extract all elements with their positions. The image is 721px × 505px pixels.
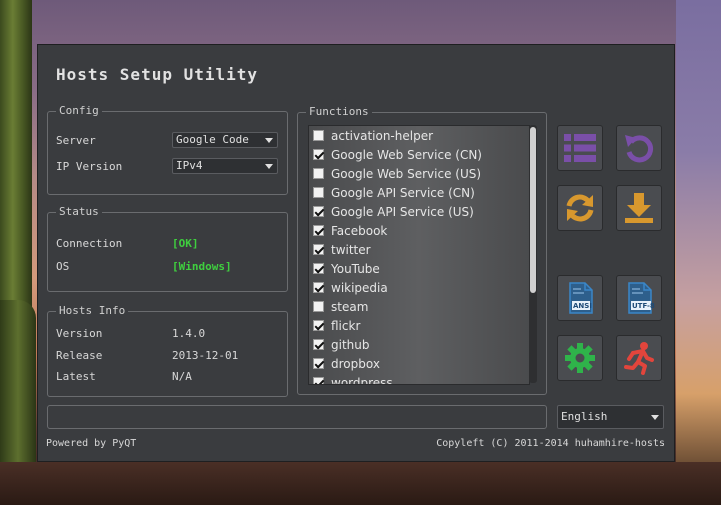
function-item[interactable]: Facebook [309, 221, 529, 240]
function-item[interactable]: Google API Service (CN) [309, 183, 529, 202]
function-item[interactable]: wikipedia [309, 278, 529, 297]
function-label: Google Web Service (CN) [331, 147, 482, 162]
config-group: Config Server Google Code IP Version IPv… [47, 104, 288, 195]
function-label: YouTube [331, 261, 380, 276]
function-checkbox[interactable] [313, 149, 324, 160]
release-value: 2013-12-01 [172, 349, 239, 362]
function-checkbox[interactable] [313, 301, 324, 312]
running-man-icon [624, 342, 654, 375]
function-label: wikipedia [331, 280, 388, 295]
functions-legend: Functions [306, 105, 372, 118]
exit-button[interactable] [616, 335, 662, 381]
server-select-value: Google Code [176, 133, 249, 146]
function-label: wordpress [331, 375, 393, 385]
export-utf8-button[interactable]: UTF-8 [616, 275, 662, 321]
settings-button[interactable] [557, 335, 603, 381]
chevron-down-icon [265, 164, 273, 169]
functions-list-button[interactable] [557, 125, 603, 171]
function-item[interactable]: Google Web Service (CN) [309, 145, 529, 164]
ip-version-label: IP Version [56, 160, 123, 173]
function-checkbox[interactable] [313, 282, 324, 293]
function-checkbox[interactable] [313, 339, 324, 350]
function-item[interactable]: YouTube [309, 259, 529, 278]
config-legend: Config [56, 104, 102, 117]
function-label: Google API Service (CN) [331, 185, 475, 200]
function-checkbox[interactable] [313, 320, 324, 331]
function-item[interactable]: flickr [309, 316, 529, 335]
download-button[interactable] [616, 185, 662, 231]
chevron-down-icon [265, 138, 273, 143]
main-window: Hosts Setup Utility Config Server Google… [37, 44, 675, 462]
function-item[interactable]: github [309, 335, 529, 354]
status-group: Status Connection [OK] OS [Windows] [47, 205, 288, 292]
function-item[interactable]: wordpress [309, 373, 529, 385]
function-label: Google Web Service (US) [331, 166, 482, 181]
language-select[interactable]: English [557, 405, 664, 429]
list-icon [564, 134, 596, 162]
functions-group: Functions activation-helper Google Web Se… [297, 105, 547, 395]
function-checkbox[interactable] [313, 244, 324, 255]
function-item[interactable]: steam [309, 297, 529, 316]
function-checkbox[interactable] [313, 130, 324, 141]
function-checkbox[interactable] [313, 263, 324, 274]
language-select-value: English [561, 410, 608, 423]
ip-version-select[interactable]: IPv4 [172, 158, 278, 174]
function-item[interactable]: Google API Service (US) [309, 202, 529, 221]
connection-status: [OK] [172, 237, 199, 250]
function-label: flickr [331, 318, 361, 333]
function-label: Google API Service (US) [331, 204, 474, 219]
functions-scroll-thumb[interactable] [530, 127, 536, 293]
os-status: [Windows] [172, 260, 232, 273]
gear-icon [565, 343, 595, 373]
desktop-ground [0, 462, 721, 505]
function-item[interactable]: twitter [309, 240, 529, 259]
hosts-info-group: Hosts Info Version 1.4.0 Release 2013-12… [47, 304, 288, 397]
revert-icon [625, 135, 654, 163]
latest-label: Latest [56, 370, 96, 383]
hosts-info-legend: Hosts Info [56, 304, 129, 317]
server-select[interactable]: Google Code [172, 132, 278, 148]
connection-label: Connection [56, 237, 123, 250]
functions-list[interactable]: activation-helper Google Web Service (CN)… [308, 125, 530, 385]
function-label: activation-helper [331, 128, 434, 143]
latest-value: N/A [172, 370, 192, 383]
os-label: OS [56, 260, 70, 273]
status-legend: Status [56, 205, 102, 218]
function-checkbox[interactable] [313, 377, 324, 384]
function-item[interactable]: dropbox [309, 354, 529, 373]
desktop-background-right [676, 0, 721, 505]
ansi-label: ANSI [573, 302, 592, 310]
function-checkbox[interactable] [313, 225, 324, 236]
footer-copyleft: Copyleft (C) 2011-2014 huhamhire-hosts [436, 438, 665, 449]
refresh-icon [566, 194, 594, 222]
function-item[interactable]: activation-helper [309, 126, 529, 145]
function-label: dropbox [331, 356, 380, 371]
backup-restore-button[interactable] [616, 125, 662, 171]
window-title: Hosts Setup Utility [56, 65, 259, 84]
function-checkbox[interactable] [313, 206, 324, 217]
export-ansi-button[interactable]: ANSI [557, 275, 603, 321]
refresh-button[interactable] [557, 185, 603, 231]
chevron-down-icon [651, 415, 659, 420]
version-label: Version [56, 327, 103, 340]
function-checkbox[interactable] [313, 358, 324, 369]
function-item[interactable]: Google Web Service (US) [309, 164, 529, 183]
function-label: twitter [331, 242, 371, 257]
progress-bar [47, 405, 547, 429]
function-checkbox[interactable] [313, 168, 324, 179]
footer-powered-by: Powered by PyQT [46, 438, 137, 449]
server-label: Server [56, 134, 96, 147]
release-label: Release [56, 349, 103, 362]
functions-scrollbar[interactable] [529, 125, 537, 383]
download-icon [625, 193, 653, 223]
function-label: github [331, 337, 370, 352]
function-checkbox[interactable] [313, 187, 324, 198]
version-value: 1.4.0 [172, 327, 206, 340]
function-label: steam [331, 299, 369, 314]
ip-version-select-value: IPv4 [176, 159, 203, 172]
utf8-label: UTF-8 [632, 302, 655, 310]
function-label: Facebook [331, 223, 388, 238]
